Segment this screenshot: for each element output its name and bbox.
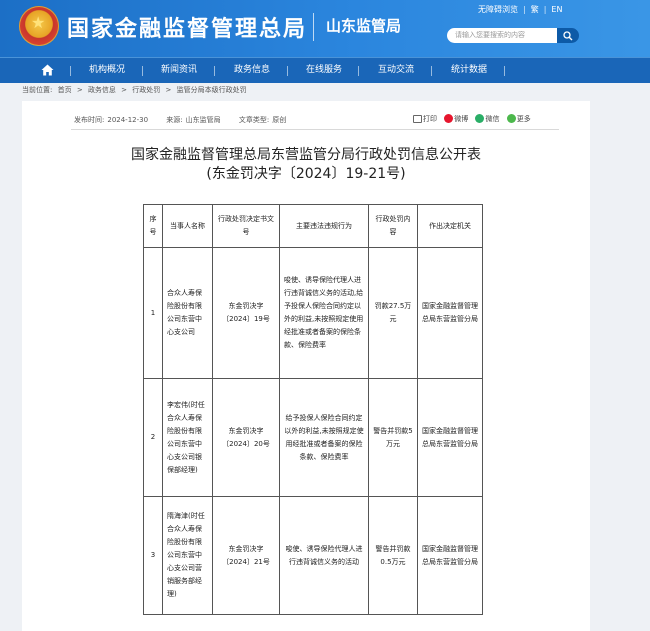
search-icon xyxy=(563,31,573,41)
share-bar: 打印 微博 微信 更多 xyxy=(413,114,536,124)
breadcrumb-home[interactable]: 首页 xyxy=(58,86,72,94)
penalty-content: 警告并罚款0.5万元 xyxy=(368,496,418,615)
article-type-label: 文章类型: xyxy=(238,116,270,124)
traditional-chinese-link[interactable]: 繁 xyxy=(531,4,539,15)
party-name: 合众人寿保险股份有限公司东营中心支公司 xyxy=(162,247,213,379)
site-header: ★ 国家金融监督管理总局 山东监管局 无障碍浏览 | 繁 | EN 请输入您要搜索的内容 xyxy=(0,0,650,57)
breadcrumb-separator: > xyxy=(76,86,83,94)
row-number: 3 xyxy=(143,496,163,615)
publish-time-label: 发布时间: xyxy=(74,116,105,124)
nav-divider xyxy=(504,66,505,76)
print-icon xyxy=(413,115,422,123)
breadcrumb-government-info[interactable]: 政务信息 xyxy=(88,86,116,94)
article-title-line1: 国家金融监督管理总局东营监管分局行政处罚信息公开表 xyxy=(131,147,481,163)
row-number: 2 xyxy=(143,378,163,497)
breadcrumb-separator: > xyxy=(165,86,172,94)
nav-divider xyxy=(287,66,288,76)
wechat-share-button[interactable]: 微信 xyxy=(475,114,499,124)
deciding-authority: 国家金融监督管理总局东营监管分局 xyxy=(417,247,483,379)
site-title: 国家金融监督管理总局 xyxy=(67,17,308,42)
nav-item-interaction[interactable]: 互动交流 xyxy=(378,58,414,83)
breadcrumb: 当前位置: 首页 > 政务信息 > 行政处罚 > 监管分局本级行政处罚 xyxy=(22,85,250,95)
table-header-row: 序号 当事人名称 行政处罚决定书文号 主要违法违规行为 行政处罚内容 作出决定机… xyxy=(143,204,483,248)
column-header: 作出决定机关 xyxy=(417,204,483,248)
breadcrumb-penalties[interactable]: 行政处罚 xyxy=(132,86,160,94)
sub-title: 山东监管局 xyxy=(326,17,402,35)
column-header: 行政处罚内容 xyxy=(368,204,418,248)
table-row: 3 隋海津(时任合众人寿保险股份有限公司东营中心支公司营销服务部经理) 东金罚决… xyxy=(143,496,483,615)
breadcrumb-separator: > xyxy=(121,86,128,94)
nav-divider xyxy=(214,66,215,76)
wechat-label: 微信 xyxy=(485,115,500,123)
column-header: 主要违法违规行为 xyxy=(279,204,369,248)
penalty-content: 警告并罚款5万元 xyxy=(368,378,418,497)
row-number: 1 xyxy=(143,247,163,379)
print-label: 打印 xyxy=(423,115,437,123)
breadcrumb-current[interactable]: 监管分局本级行政处罚 xyxy=(177,86,247,94)
column-header: 行政处罚决定书文号 xyxy=(212,204,280,248)
violation-description: 唆使、诱导保险代理人进行违背诚信义务的活动 xyxy=(279,496,369,615)
nav-item-statistics[interactable]: 统计数据 xyxy=(451,58,487,83)
article-type: 原创 xyxy=(272,116,287,124)
main-nav: 机构概况 新闻资讯 政务信息 在线服务 互动交流 统计数据 xyxy=(0,57,650,83)
violation-description: 唆使、诱导保险代理人进行违背诚信义务的活动,给予投保人保险合同约定以外的利益,未… xyxy=(279,247,369,379)
more-share-button[interactable]: 更多 xyxy=(506,114,531,124)
deciding-authority: 国家金融监督管理总局东营监管分局 xyxy=(417,378,483,497)
search-input[interactable]: 请输入您要搜索的内容 xyxy=(447,28,557,43)
national-emblem-icon: ★ xyxy=(19,6,59,46)
nav-divider xyxy=(358,66,359,76)
source: 山东监管局 xyxy=(185,116,221,124)
decision-number: 东金罚决字〔2024〕20号 xyxy=(212,378,280,497)
source-label: 来源: xyxy=(166,116,183,124)
more-icon xyxy=(506,114,516,123)
penalty-table: 序号 当事人名称 行政处罚决定书文号 主要违法违规行为 行政处罚内容 作出决定机… xyxy=(143,204,483,615)
table-row: 2 李宏伟(时任合众人寿保险股份有限公司东营中心支公司银保部经理) 东金罚决字〔… xyxy=(143,378,483,497)
deciding-authority: 国家金融监督管理总局东营监管分局 xyxy=(417,496,483,615)
column-header: 当事人名称 xyxy=(162,204,213,248)
nav-divider xyxy=(431,66,432,76)
nav-item-online-services[interactable]: 在线服务 xyxy=(306,58,342,83)
english-link[interactable]: EN xyxy=(551,5,562,14)
print-button[interactable]: 打印 xyxy=(413,114,437,124)
weibo-icon xyxy=(444,114,454,123)
nav-item-about[interactable]: 机构概况 xyxy=(89,58,125,83)
weibo-label: 微博 xyxy=(454,115,469,123)
top-links: 无障碍浏览 | 繁 | EN xyxy=(478,4,563,15)
accessibility-link[interactable]: 无障碍浏览 xyxy=(478,4,518,15)
nav-divider xyxy=(70,66,71,76)
nav-item-news[interactable]: 新闻资讯 xyxy=(161,58,197,83)
more-label: 更多 xyxy=(516,115,531,123)
search-button[interactable] xyxy=(557,28,579,43)
column-header: 序号 xyxy=(143,204,163,248)
violation-description: 给予投保人保险合同约定以外的利益,未按照规定使用经批准或者备案的保险条款、保险费… xyxy=(279,378,369,497)
breadcrumb-label: 当前位置: xyxy=(22,86,53,94)
nav-item-government-info[interactable]: 政务信息 xyxy=(234,58,270,83)
nav-divider xyxy=(142,66,143,76)
table-row: 1 合众人寿保险股份有限公司东营中心支公司 东金罚决字〔2024〕19号 唆使、… xyxy=(143,247,483,379)
article-meta: 发布时间: 2024-12-30 来源: 山东监管局 文章类型: 原创 xyxy=(74,115,289,125)
meta-divider xyxy=(71,129,559,130)
weibo-share-button[interactable]: 微博 xyxy=(444,114,468,124)
party-name: 隋海津(时任合众人寿保险股份有限公司东营中心支公司营销服务部经理) xyxy=(162,496,213,615)
article-title: 国家金融监督管理总局东营监管分局行政处罚信息公开表 (东金罚决字〔2024〕19… xyxy=(22,146,590,184)
publish-time: 2024-12-30 xyxy=(107,116,149,124)
party-name: 李宏伟(时任合众人寿保险股份有限公司东营中心支公司银保部经理) xyxy=(162,378,213,497)
home-icon[interactable] xyxy=(41,64,54,76)
article-title-line2: (东金罚决字〔2024〕19-21号) xyxy=(206,166,406,182)
title-divider xyxy=(313,13,314,41)
wechat-icon xyxy=(475,114,485,123)
article-card: 发布时间: 2024-12-30 来源: 山东监管局 文章类型: 原创 打印 微博 微… xyxy=(22,101,590,631)
decision-number: 东金罚决字〔2024〕21号 xyxy=(212,496,280,615)
decision-number: 东金罚决字〔2024〕19号 xyxy=(212,247,280,379)
penalty-content: 罚款27.5万元 xyxy=(368,247,418,379)
